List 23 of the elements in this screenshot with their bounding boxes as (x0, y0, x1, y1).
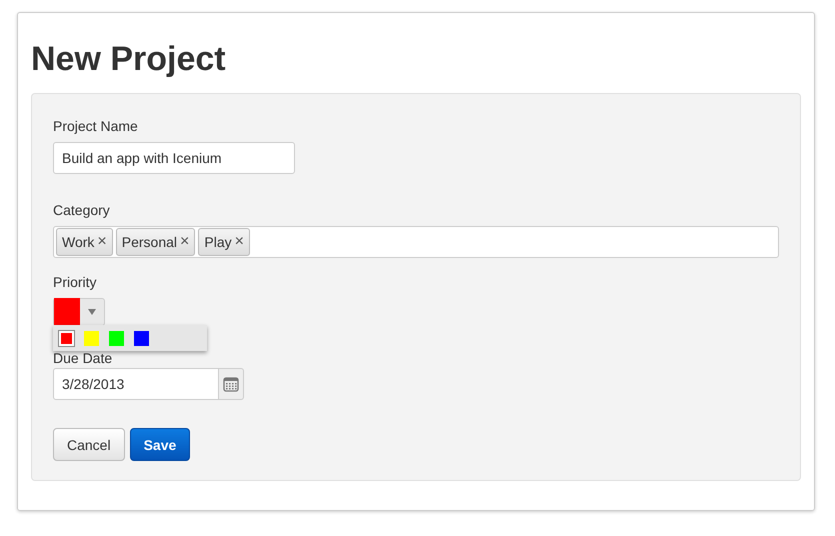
category-tag[interactable]: Play × (198, 228, 250, 256)
caret-icon (88, 309, 96, 315)
save-button[interactable]: Save (130, 428, 190, 461)
color-picker[interactable] (53, 298, 105, 326)
remove-tag-icon[interactable]: × (180, 233, 190, 251)
field-label: Priority (53, 273, 98, 292)
cancel-button[interactable]: Cancel (53, 428, 125, 461)
due-date-field[interactable]: 3/28/2013 (53, 368, 219, 400)
category-tag[interactable]: Personal × (116, 228, 196, 256)
category-field[interactable]: Work × Personal × Play × (53, 226, 779, 258)
color-swatch[interactable] (84, 330, 99, 346)
remove-tag-icon[interactable]: × (234, 233, 244, 251)
color-swatch[interactable] (59, 330, 74, 346)
field-label: Due Date (53, 350, 114, 366)
color-swatch[interactable] (109, 330, 124, 346)
project-name-field[interactable]: Build an app with Icenium (53, 142, 295, 174)
page-title: New Project (31, 39, 227, 79)
field-label: Project Name (53, 117, 139, 136)
category-tag[interactable]: Work × (56, 228, 113, 256)
field-label: Category (53, 201, 111, 220)
calendar-icon[interactable] (219, 368, 244, 400)
color-swatch[interactable] (134, 330, 149, 346)
remove-tag-icon[interactable]: × (97, 233, 107, 251)
